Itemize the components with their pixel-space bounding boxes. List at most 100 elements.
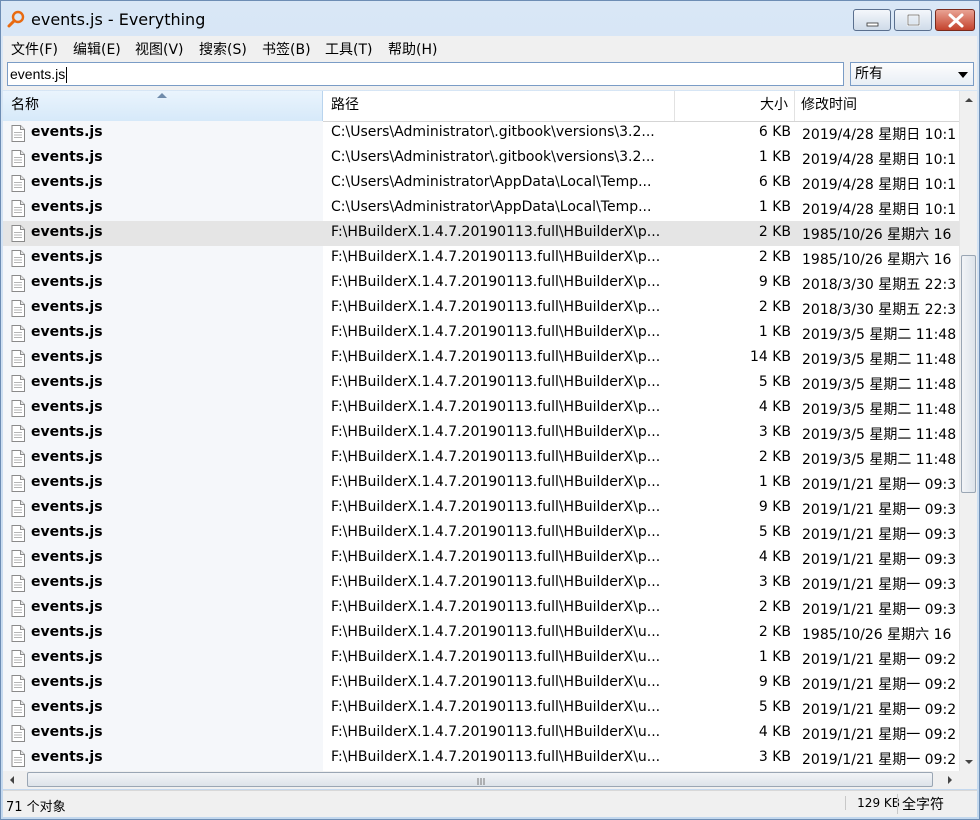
menu-help[interactable]: 帮助(H): [388, 39, 437, 59]
cell-size: 3 KB: [758, 574, 791, 590]
cell-size: 4 KB: [758, 724, 791, 740]
title-bar[interactable]: events.js - Everything: [1, 1, 979, 35]
file-icon: [11, 425, 25, 442]
menu-tools[interactable]: 工具(T): [325, 39, 372, 59]
status-total-size: 129 KB: [845, 796, 900, 810]
vertical-scroll-thumb[interactable]: [961, 255, 976, 493]
table-row[interactable]: events.js F:\HBuilderX.1.4.7.20190113.ful…: [3, 621, 959, 646]
cell-path: F:\HBuilderX.1.4.7.20190113.full\HBuilde…: [331, 724, 661, 740]
search-row: events.js 所有: [3, 60, 977, 90]
column-header-name[interactable]: 名称: [3, 91, 323, 121]
cell-path: F:\HBuilderX.1.4.7.20190113.full\HBuilde…: [331, 624, 661, 640]
scroll-right-icon[interactable]: [941, 771, 959, 789]
table-row[interactable]: events.js F:\HBuilderX.1.4.7.20190113.ful…: [3, 521, 959, 546]
table-row[interactable]: events.js F:\HBuilderX.1.4.7.20190113.ful…: [3, 421, 959, 446]
everything-window: events.js - Everything 文件(F) 编辑(E) 视图(V)…: [0, 0, 980, 820]
status-object-count: 71 个对象: [6, 800, 66, 815]
file-icon: [11, 450, 25, 467]
file-icon: [11, 300, 25, 317]
table-row[interactable]: events.js F:\HBuilderX.1.4.7.20190113.ful…: [3, 546, 959, 571]
file-icon: [11, 200, 25, 217]
table-row[interactable]: events.js F:\HBuilderX.1.4.7.20190113.ful…: [3, 321, 959, 346]
cell-modified: 2019/1/21 星期一 09:3: [802, 477, 957, 493]
table-row[interactable]: events.js F:\HBuilderX.1.4.7.20190113.ful…: [3, 696, 959, 721]
menu-view[interactable]: 视图(V): [135, 39, 184, 59]
table-row[interactable]: events.js F:\HBuilderX.1.4.7.20190113.ful…: [3, 246, 959, 271]
cell-name: events.js: [31, 349, 103, 365]
menu-edit[interactable]: 编辑(E): [73, 39, 121, 59]
vertical-scrollbar[interactable]: [959, 91, 977, 771]
menu-file[interactable]: 文件(F): [11, 39, 58, 59]
scroll-up-icon[interactable]: [960, 91, 977, 109]
table-row[interactable]: events.js F:\HBuilderX.1.4.7.20190113.ful…: [3, 746, 959, 771]
maximize-button[interactable]: [894, 9, 932, 31]
cell-modified: 2019/4/28 星期日 10:1: [802, 177, 957, 193]
cell-size: 6 KB: [758, 124, 791, 140]
cell-path: F:\HBuilderX.1.4.7.20190113.full\HBuilde…: [331, 299, 661, 315]
horizontal-scroll-thumb[interactable]: [27, 772, 933, 787]
sort-ascending-icon: [157, 93, 167, 98]
column-header: 名称 路径 大小 修改时间: [3, 91, 959, 122]
cell-name: events.js: [31, 174, 103, 190]
column-header-path[interactable]: 路径: [323, 91, 675, 121]
table-row[interactable]: events.js F:\HBuilderX.1.4.7.20190113.ful…: [3, 346, 959, 371]
cell-name: events.js: [31, 399, 103, 415]
close-button[interactable]: [935, 9, 975, 31]
file-icon: [11, 350, 25, 367]
close-icon: [948, 13, 964, 28]
search-input[interactable]: events.js: [7, 62, 844, 86]
table-row[interactable]: events.js F:\HBuilderX.1.4.7.20190113.ful…: [3, 371, 959, 396]
cell-path: C:\Users\Administrator\AppData\Local\Tem…: [331, 174, 652, 190]
cell-name: events.js: [31, 449, 103, 465]
table-row[interactable]: events.js F:\HBuilderX.1.4.7.20190113.ful…: [3, 221, 959, 246]
file-icon: [11, 475, 25, 492]
table-row[interactable]: events.js F:\HBuilderX.1.4.7.20190113.ful…: [3, 671, 959, 696]
table-row[interactable]: events.js F:\HBuilderX.1.4.7.20190113.ful…: [3, 496, 959, 521]
cell-modified: 1985/10/26 星期六 16: [802, 627, 952, 643]
table-row[interactable]: events.js C:\Users\Administrator\AppData\…: [3, 171, 959, 196]
cell-modified: 2019/1/21 星期一 09:3: [802, 602, 957, 618]
cell-name: events.js: [31, 749, 103, 765]
cell-modified: 2019/1/21 星期一 09:2: [802, 727, 957, 743]
cell-size: 4 KB: [758, 399, 791, 415]
file-icon: [11, 525, 25, 542]
text-caret: [66, 67, 68, 84]
table-row[interactable]: events.js F:\HBuilderX.1.4.7.20190113.ful…: [3, 571, 959, 596]
filter-value: 所有: [855, 66, 883, 82]
table-row[interactable]: events.js F:\HBuilderX.1.4.7.20190113.ful…: [3, 296, 959, 321]
filter-dropdown[interactable]: 所有: [850, 62, 974, 86]
cell-modified: 2018/3/30 星期五 22:3: [802, 302, 957, 318]
cell-modified: 2019/1/21 星期一 09:3: [802, 552, 957, 568]
file-icon: [11, 725, 25, 742]
cell-path: F:\HBuilderX.1.4.7.20190113.full\HBuilde…: [331, 474, 661, 490]
table-row[interactable]: events.js F:\HBuilderX.1.4.7.20190113.ful…: [3, 396, 959, 421]
column-header-size[interactable]: 大小: [675, 91, 795, 121]
table-row[interactable]: events.js F:\HBuilderX.1.4.7.20190113.ful…: [3, 271, 959, 296]
cell-modified: 2019/3/5 星期二 11:48: [802, 377, 957, 393]
table-row[interactable]: events.js F:\HBuilderX.1.4.7.20190113.ful…: [3, 596, 959, 621]
menu-bookmarks[interactable]: 书签(B): [262, 39, 311, 59]
maximize-icon: [906, 13, 921, 27]
cell-size: 2 KB: [758, 249, 791, 265]
file-icon: [11, 250, 25, 267]
cell-name: events.js: [31, 474, 103, 490]
cell-modified: 2019/1/21 星期一 09:2: [802, 752, 957, 768]
minimize-button[interactable]: [853, 9, 891, 31]
menu-search[interactable]: 搜索(S): [199, 39, 247, 59]
table-row[interactable]: events.js C:\Users\Administrator\.gitbook…: [3, 121, 959, 146]
cell-size: 3 KB: [758, 749, 791, 765]
cell-path: F:\HBuilderX.1.4.7.20190113.full\HBuilde…: [331, 749, 661, 765]
table-row[interactable]: events.js F:\HBuilderX.1.4.7.20190113.ful…: [3, 646, 959, 671]
scroll-left-icon[interactable]: [3, 771, 21, 789]
cell-path: F:\HBuilderX.1.4.7.20190113.full\HBuilde…: [331, 499, 661, 515]
cell-name: events.js: [31, 499, 103, 515]
cell-modified: 2019/3/5 星期二 11:48: [802, 452, 957, 468]
table-row[interactable]: events.js C:\Users\Administrator\AppData\…: [3, 196, 959, 221]
column-header-modified[interactable]: 修改时间: [795, 91, 959, 121]
table-row[interactable]: events.js C:\Users\Administrator\.gitbook…: [3, 146, 959, 171]
table-row[interactable]: events.js F:\HBuilderX.1.4.7.20190113.ful…: [3, 721, 959, 746]
table-row[interactable]: events.js F:\HBuilderX.1.4.7.20190113.ful…: [3, 446, 959, 471]
horizontal-scrollbar[interactable]: [3, 771, 959, 789]
scroll-down-icon[interactable]: [960, 753, 977, 771]
table-row[interactable]: events.js F:\HBuilderX.1.4.7.20190113.ful…: [3, 471, 959, 496]
